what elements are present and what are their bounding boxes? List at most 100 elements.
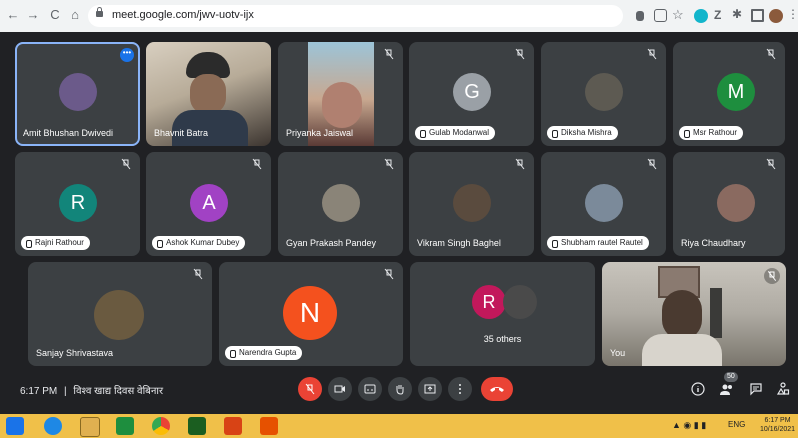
url-text: meet.google.com/jwv-uotv-ijx [112,9,254,21]
clock-date: 10/16/2021 [760,426,796,433]
more-options-button[interactable] [448,377,472,401]
profile-avatar[interactable] [769,9,783,23]
mic-off-icon [515,158,525,170]
app-icon[interactable] [188,417,206,435]
extension-icon[interactable] [694,9,708,23]
more-options-icon[interactable]: ••• [120,48,134,62]
present-button[interactable] [418,377,442,401]
powerpoint-icon[interactable] [224,417,242,435]
language-indicator[interactable]: ENG [728,420,745,429]
chrome-icon[interactable] [152,417,170,435]
participant-avatar: A [190,184,228,222]
participant-name: Amit Bhushan Dwivedi [23,128,114,138]
mic-off-icon [305,383,315,395]
others-tile[interactable]: R 35 others [410,262,595,366]
mic-off-icon [384,48,394,60]
video-camera-icon [334,385,345,393]
browser-toolbar: ← → C ⌂ meet.google.com/jwv-uotv-ijx ☆ Z… [0,0,798,33]
windows-start-icon[interactable] [6,417,24,435]
chat-icon [750,383,762,396]
tray-icons[interactable]: ▲ ◉ ▮ ▮ [672,420,706,431]
chat-button[interactable] [747,380,765,398]
participant-tile[interactable]: Diksha Mishra [541,42,666,146]
mic-off-icon [252,158,262,170]
menu-icon[interactable]: ⋮ [787,7,798,21]
participant-name: Diksha Mishra [547,126,618,140]
video-feed [190,74,226,114]
mic-off-icon [766,48,776,60]
camera-button[interactable] [328,377,352,401]
participant-tile[interactable]: M Msr Rathour [673,42,785,146]
participant-tile[interactable]: Riya Chaudhary [673,152,785,256]
video-feed [710,288,722,338]
video-feed [322,82,362,128]
participant-tile[interactable]: Bhavnit Batra [146,42,271,146]
window-icon[interactable] [751,9,764,22]
meeting-details-button[interactable] [689,380,707,398]
participant-name: Sanjay Shrivastava [36,348,114,358]
participant-tile[interactable]: Vikram Singh Baghel [409,152,534,256]
participants-button[interactable]: 50 [718,372,738,398]
os-taskbar: ▲ ◉ ▮ ▮ ENG 6:17 PM 10/16/2021 [0,414,798,438]
store-icon[interactable] [116,417,134,435]
back-button[interactable]: ← [4,7,22,22]
puzzle-icon[interactable]: ✱ [732,7,746,21]
more-vert-icon [459,384,461,394]
participant-avatar [585,73,623,111]
leave-call-button[interactable] [481,377,513,401]
phone-hangup-icon [490,387,504,392]
meeting-title: विश्व खाद्य दिवस वेबिनार [73,386,164,397]
participant-avatar [59,73,97,111]
camera-icon[interactable] [636,11,644,21]
clock-time: 6:17 PM [764,417,791,424]
participant-tile[interactable]: Priyanka Jaiswal [278,42,403,146]
present-screen-icon [424,384,436,394]
mic-off-icon [647,48,657,60]
participant-name: You [610,348,626,358]
participant-tile[interactable]: R Rajni Rathour [15,152,140,256]
hand-icon [396,385,404,395]
participant-avatar: R [472,285,506,319]
participant-tile[interactable]: N Narendra Gupta [219,262,403,366]
file-explorer-icon[interactable] [80,417,100,437]
participant-tile[interactable]: Sanjay Shrivastava [28,262,212,366]
others-count: 35 others [483,334,522,344]
address-bar[interactable]: meet.google.com/jwv-uotv-ijx [88,5,623,27]
activities-button[interactable] [774,380,792,398]
people-icon [720,384,732,395]
extension-z-icon[interactable]: Z [714,8,728,22]
participant-name: Ashok Kumar Dubey [152,236,246,250]
bookmark-star-icon[interactable]: ☆ [672,7,686,22]
participant-name: Priyanka Jaiswal [286,128,354,138]
reload-button[interactable]: C [46,7,64,22]
video-feed [662,290,702,340]
mic-off-icon [193,268,203,280]
participant-name: Gulab Modanwal [415,126,496,140]
internet-explorer-icon[interactable] [44,417,62,435]
forward-button[interactable]: → [24,7,42,22]
meeting-time: 6:17 PM [20,386,58,397]
share-icon[interactable] [654,9,667,22]
participant-avatar: N [283,286,337,340]
mic-off-icon [647,158,657,170]
captions-button[interactable] [358,377,382,401]
participant-tile[interactable]: A Ashok Kumar Dubey [146,152,271,256]
separator: | [64,386,67,397]
participant-avatar: M [717,73,755,111]
meeting-controls: 6:17 PM | विश्व खाद्य दिवस वेबिनार 50 [0,367,798,414]
participant-avatar: R [59,184,97,222]
pdf-icon[interactable] [260,417,278,435]
video-feed [642,334,722,366]
mic-off-icon [764,268,780,284]
participant-tile[interactable]: ••• Amit Bhushan Dwivedi [15,42,140,146]
mic-button[interactable] [298,377,322,401]
participant-tile[interactable]: G Gulab Modanwal [409,42,534,146]
participant-avatar [717,184,755,222]
participant-tile[interactable]: Gyan Prakash Pandey [278,152,403,256]
raise-hand-button[interactable] [388,377,412,401]
participant-tile[interactable]: Shubham rautel Rautel [541,152,666,256]
meeting-grid: ••• Amit Bhushan Dwivedi Bhavnit Batra P… [0,32,798,404]
system-clock[interactable]: 6:17 PM 10/16/2021 [760,416,795,434]
self-tile[interactable]: You [602,262,786,366]
home-button[interactable]: ⌂ [66,7,84,22]
